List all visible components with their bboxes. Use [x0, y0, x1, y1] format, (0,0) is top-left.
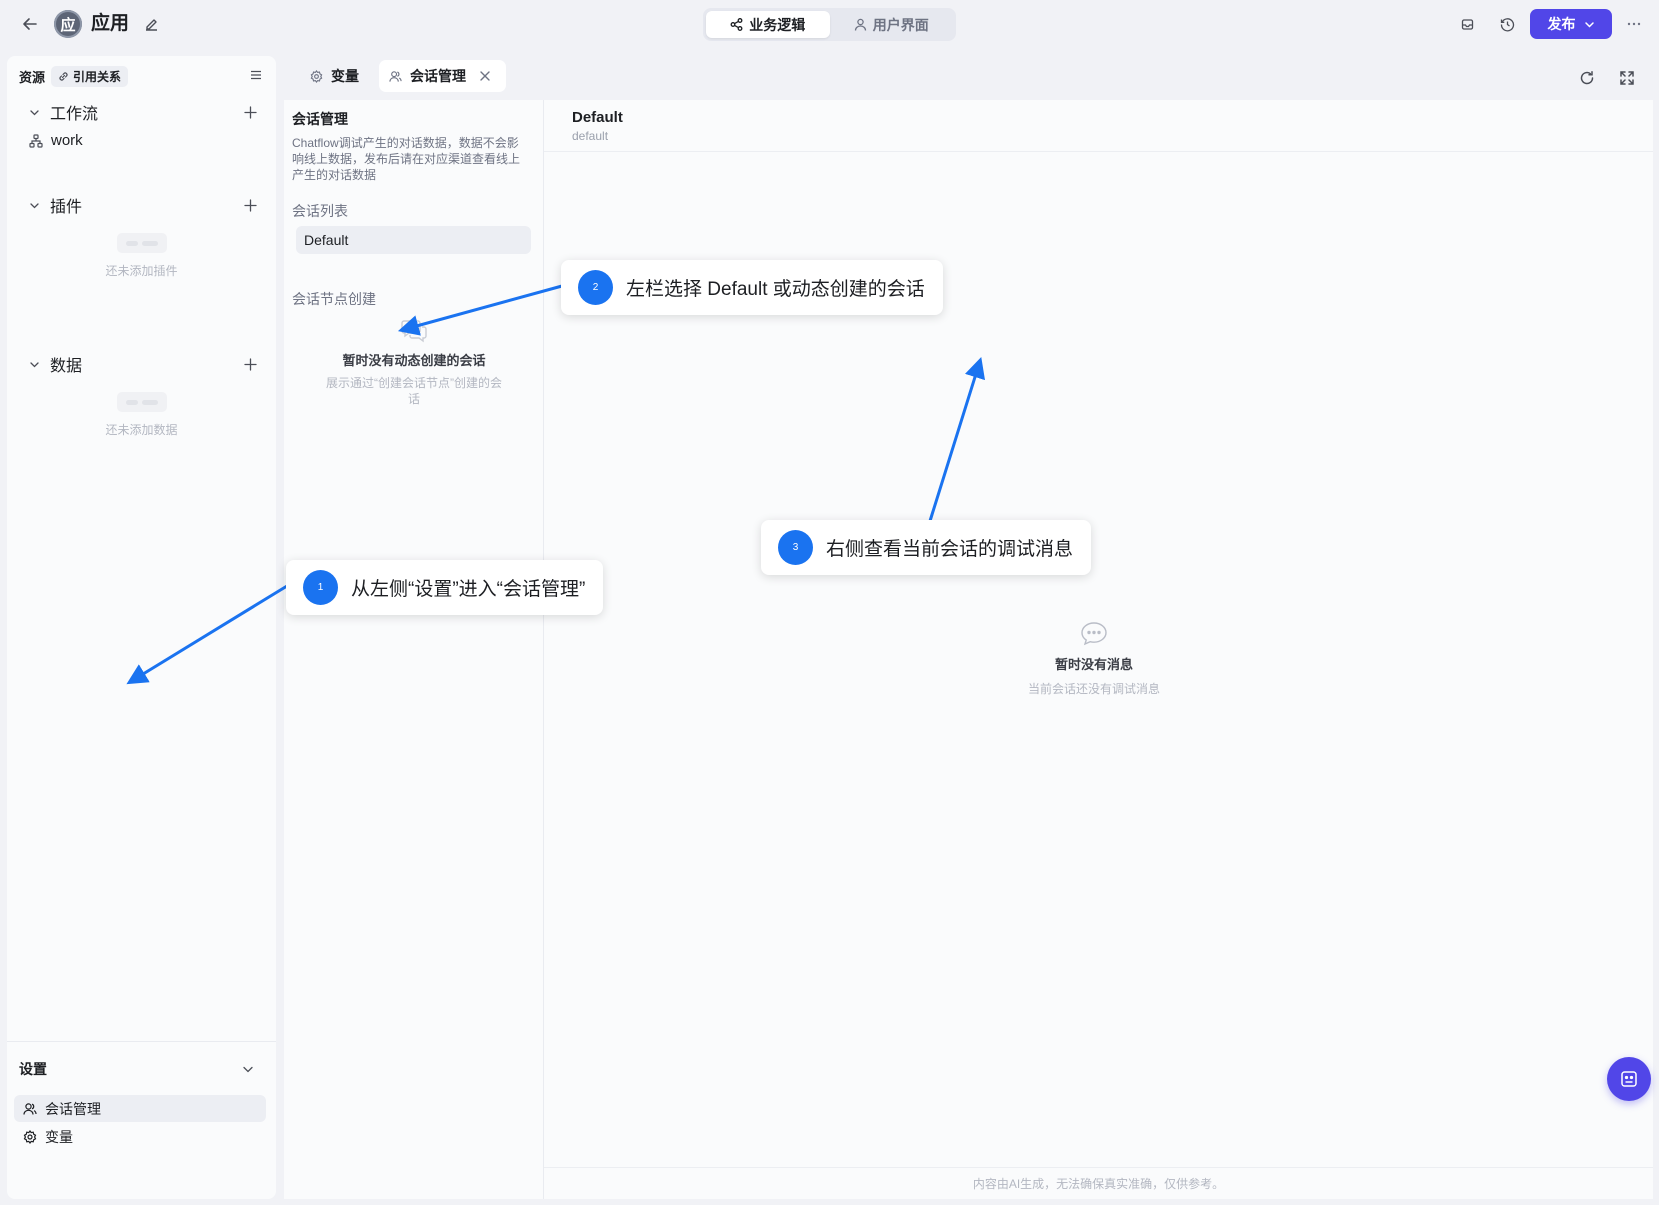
workflow-item-work[interactable]: work [29, 132, 83, 149]
dynamic-conversation-empty-state: 暂时没有动态创建的会话 展示通过“创建会话节点”创建的会话 [284, 318, 544, 407]
tab-business-logic[interactable]: 业务逻辑 [706, 11, 830, 38]
reference-relation-chip[interactable]: 引用关系 [51, 65, 129, 87]
fullscreen-icon[interactable] [1616, 67, 1638, 89]
callout-text: 右侧查看当前会话的调试消息 [826, 539, 1074, 560]
refresh-icon[interactable] [1576, 67, 1598, 89]
assistant-bot-button[interactable] [1607, 1057, 1651, 1101]
resource-sidebar: 资源 引用关系 工作流 work 插件 还未添加插件 数据 还未添加数据 设置 … [7, 56, 276, 1199]
user-icon [854, 18, 867, 31]
conversation-title: Default [572, 109, 623, 126]
workflow-group-header[interactable]: 工作流 [29, 100, 98, 124]
message-panel-header: Default default [544, 100, 1653, 152]
node-created-label: 会话节点创建 [292, 291, 376, 307]
link-icon [58, 71, 69, 82]
workflow-item-label: work [51, 132, 83, 149]
conversation-item-default[interactable]: Default [296, 226, 531, 254]
empty-placeholder-icon [116, 392, 167, 412]
editor-tabs: 变量 会话管理 [300, 60, 506, 92]
settings-item-variables-label: 变量 [45, 1128, 73, 1145]
back-arrow-icon[interactable] [18, 12, 42, 36]
reference-relation-label: 引用关系 [73, 69, 122, 84]
workflow-icon [29, 133, 43, 148]
list-menu-icon[interactable] [248, 67, 264, 83]
empty-title: 暂时没有动态创建的会话 [342, 353, 486, 368]
callout-text: 从左侧“设置”进入“会话管理” [351, 579, 586, 600]
data-empty-text: 还未添加数据 [105, 423, 178, 437]
empty-subtitle: 展示通过“创建会话节点”创建的会话 [326, 376, 502, 406]
chevron-down-icon[interactable] [240, 1061, 256, 1077]
close-icon[interactable] [478, 69, 492, 83]
settings-item-variables[interactable]: 变量 [14, 1123, 266, 1150]
callout-step-1: 1 从左侧“设置”进入“会话管理” [286, 560, 604, 615]
settings-item-conversation-label: 会话管理 [45, 1100, 101, 1117]
sidebar-header: 资源 引用关系 [19, 65, 129, 87]
chevron-down-icon [29, 200, 40, 211]
plugins-empty-state: 还未添加插件 [7, 233, 276, 279]
step-number-badge: 3 [778, 530, 813, 565]
publish-button[interactable]: 发布 [1530, 9, 1612, 39]
empty-title: 暂时没有消息 [1054, 657, 1133, 672]
settings-label: 设置 [19, 1061, 47, 1077]
conversation-list-label: 会话列表 [292, 203, 348, 219]
empty-subtitle: 当前会话还没有调试消息 [1027, 682, 1160, 696]
app-avatar: 应 [54, 10, 82, 38]
gear-icon [23, 1129, 37, 1144]
plugins-empty-text: 还未添加插件 [105, 264, 178, 278]
callout-step-2: 2 左栏选择 Default 或动态创建的会话 [561, 260, 943, 315]
data-group-label: 数据 [50, 358, 83, 375]
sidebar-title: 资源 [19, 69, 46, 85]
ai-disclaimer: 内容由AI生成，无法确保真实准确，仅供参考。 [544, 1167, 1653, 1199]
robot-icon [1619, 1069, 1639, 1089]
plugins-group-header[interactable]: 插件 [29, 193, 82, 217]
tab-business-logic-label: 业务逻辑 [749, 16, 806, 33]
tab-variables-label: 变量 [331, 68, 359, 84]
mode-switcher: 业务逻辑 用户界面 [703, 8, 956, 41]
gear-icon [310, 69, 323, 83]
conversation-icon [23, 1102, 37, 1116]
chevron-down-icon [29, 359, 40, 370]
publish-label: 发布 [1547, 16, 1576, 32]
callout-step-3: 3 右侧查看当前会话的调试消息 [761, 520, 1092, 575]
empty-placeholder-icon [116, 233, 167, 253]
workflow-group-label: 工作流 [50, 106, 99, 123]
conversation-icon [389, 70, 402, 83]
tab-conversation-label: 会话管理 [410, 68, 466, 84]
chevron-down-icon [29, 107, 40, 118]
data-group-header[interactable]: 数据 [29, 352, 82, 376]
tab-conversation-management[interactable]: 会话管理 [379, 60, 506, 92]
top-bar: 应 应用 业务逻辑 用户界面 发布 [0, 0, 1659, 48]
inbox-icon[interactable] [1456, 13, 1478, 35]
share-nodes-icon [730, 18, 743, 31]
add-data-icon[interactable] [240, 354, 260, 374]
chat-bubble-icon [400, 318, 428, 344]
settings-section: 设置 会话管理 变量 [7, 1041, 276, 1145]
app-title: 应用 [91, 13, 130, 34]
edit-pencil-icon[interactable] [141, 14, 161, 34]
tab-user-interface[interactable]: 用户界面 [830, 11, 954, 38]
settings-item-conversation[interactable]: 会话管理 [14, 1095, 266, 1122]
chevron-down-icon [1584, 19, 1595, 30]
history-clock-icon[interactable] [1496, 13, 1518, 35]
no-messages-empty-state: 暂时没有消息 当前会话还没有调试消息 [944, 620, 1244, 697]
panel-description: Chatflow调试产生的对话数据，数据不会影响线上数据，发布后请在对应渠道查看… [292, 136, 521, 182]
data-empty-state: 还未添加数据 [7, 392, 276, 438]
tab-user-interface-label: 用户界面 [872, 16, 929, 33]
add-workflow-icon[interactable] [240, 102, 260, 122]
conversation-subtitle: default [572, 129, 609, 143]
panel-title: 会话管理 [292, 111, 348, 127]
chat-bubble-icon [1078, 620, 1110, 648]
step-number-badge: 2 [578, 270, 613, 305]
tab-variables[interactable]: 变量 [300, 60, 373, 92]
step-number-badge: 1 [303, 570, 338, 605]
plugins-group-label: 插件 [50, 199, 83, 216]
conversation-management-panel: 会话管理 Chatflow调试产生的对话数据，数据不会影响线上数据，发布后请在对… [284, 100, 544, 1199]
more-options-icon[interactable] [1623, 13, 1645, 35]
callout-text: 左栏选择 Default 或动态创建的会话 [626, 279, 925, 300]
add-plugin-icon[interactable] [240, 195, 260, 215]
